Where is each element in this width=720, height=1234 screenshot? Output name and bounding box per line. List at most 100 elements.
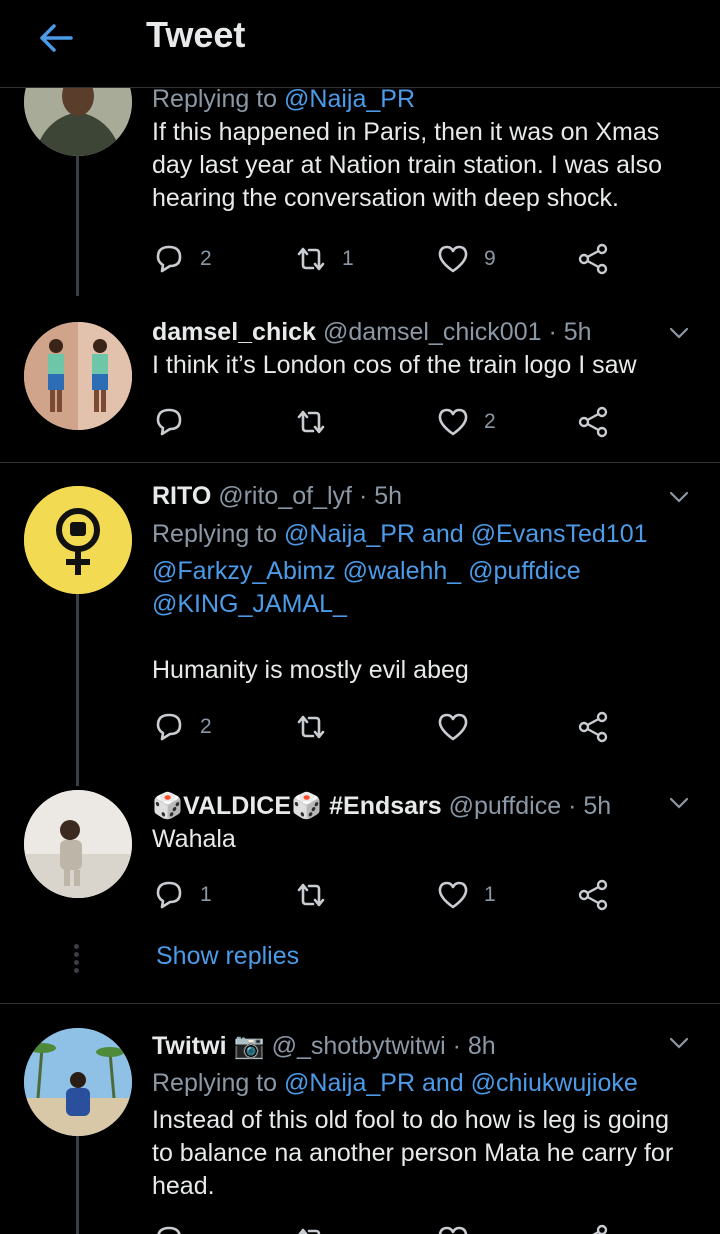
- tweet-actions: 1 1: [152, 875, 622, 915]
- retweet-button[interactable]: [294, 1220, 328, 1234]
- avatar[interactable]: [24, 790, 132, 898]
- handle[interactable]: @damsel_chick001: [323, 318, 542, 346]
- chevron-down-icon[interactable]: [668, 792, 690, 814]
- share-icon: [592, 1224, 608, 1234]
- like-button[interactable]: 9: [436, 239, 496, 279]
- timestamp[interactable]: · 5h: [568, 792, 611, 820]
- reply-count: 2: [200, 247, 212, 270]
- reply-button[interactable]: [152, 1220, 186, 1234]
- replying-to: Replying to @Naija_PR and @EvansTed101: [152, 520, 648, 548]
- share-button[interactable]: [576, 1220, 610, 1234]
- reply-icon: [156, 881, 182, 909]
- reply-button[interactable]: 1: [152, 875, 212, 915]
- reply-count: 1: [200, 883, 212, 906]
- like-count: 1: [484, 883, 496, 906]
- tweet-text: If this happened in Paris, then it was o…: [152, 118, 662, 212]
- chevron-down-icon[interactable]: [668, 322, 690, 344]
- timestamp[interactable]: · 5h: [548, 318, 591, 346]
- tweet-actions: 2: [152, 707, 622, 747]
- display-name[interactable]: damsel_chick: [152, 318, 316, 346]
- retweet-button[interactable]: [294, 875, 342, 915]
- display-name[interactable]: RITO: [152, 482, 211, 510]
- hashtag: #Endsars: [329, 792, 442, 820]
- dice-emoji: 🎲: [152, 792, 184, 820]
- chevron-down-icon[interactable]: [668, 1032, 690, 1054]
- back-arrow-icon[interactable]: [36, 18, 76, 58]
- tweet-header: Twitwi 📷 @_shotbytwitwi · 8h: [152, 1030, 688, 1063]
- heart-icon: [438, 245, 468, 273]
- tweet-header: damsel_chick @damsel_chick001 · 5h: [152, 316, 688, 349]
- share-button[interactable]: [576, 707, 610, 747]
- share-button[interactable]: [576, 875, 610, 915]
- thread-line: [76, 150, 79, 296]
- share-icon: [578, 243, 608, 275]
- heart-icon: [438, 713, 468, 741]
- show-replies-link[interactable]: Show replies: [156, 942, 299, 971]
- tweet-text: Humanity is mostly evil abeg: [152, 656, 469, 684]
- mention-list[interactable]: @Farkzy_Abimz @walehh_ @puffdice: [152, 555, 688, 588]
- like-button[interactable]: [436, 1220, 470, 1234]
- reply-button[interactable]: [152, 402, 200, 442]
- mention-link[interactable]: @Naija_PR: [284, 85, 415, 113]
- divider: [0, 462, 720, 463]
- thread-line: [76, 1136, 79, 1234]
- retweet-button[interactable]: [294, 707, 342, 747]
- reply-button[interactable]: 2: [152, 707, 212, 747]
- handle[interactable]: @rito_of_lyf: [218, 482, 352, 510]
- share-icon: [578, 406, 608, 438]
- timestamp[interactable]: · 5h: [359, 482, 402, 510]
- tweet-body: 🎲VALDICE🎲 #Endsars @puffdice · 5h Wahala: [152, 790, 688, 856]
- like-button[interactable]: 2: [436, 402, 496, 442]
- retweet-icon: [298, 1228, 321, 1234]
- tweet-header: RITO @rito_of_lyf · 5h: [152, 480, 688, 513]
- reply-icon: [156, 713, 182, 741]
- handle[interactable]: @puffdice: [449, 792, 562, 820]
- tweet-body: damsel_chick @damsel_chick001 · 5h I thi…: [152, 316, 688, 382]
- tweet-text: Wahala: [152, 825, 236, 853]
- display-name[interactable]: 🎲VALDICE🎲 #Endsars: [152, 792, 442, 820]
- chevron-down-icon[interactable]: [668, 486, 690, 508]
- replying-to: Replying to @Naija_PR and @chiukwujioke: [152, 1069, 638, 1097]
- mention-link[interactable]: @Naija_PR: [284, 1069, 415, 1097]
- avatar[interactable]: [24, 1028, 132, 1136]
- retweet-count: 1: [342, 247, 354, 270]
- heart-icon: [438, 881, 468, 909]
- tweet-body: Twitwi 📷 @_shotbytwitwi · 8h Replying to…: [152, 1030, 688, 1203]
- heart-icon: [438, 1226, 468, 1234]
- timestamp[interactable]: · 8h: [453, 1032, 496, 1060]
- share-button[interactable]: [576, 239, 610, 279]
- heart-icon: [438, 408, 468, 436]
- dice-emoji: 🎲: [291, 792, 323, 820]
- mention-link[interactable]: @Naija_PR: [284, 520, 415, 548]
- mention-link[interactable]: @chiukwujioke: [471, 1069, 638, 1097]
- retweet-icon: [297, 715, 325, 739]
- share-icon: [578, 879, 608, 911]
- tweet-text: I think it’s London cos of the train log…: [152, 351, 637, 379]
- thread-line: [76, 594, 79, 786]
- tweet-body: Replying to @Naija_PR If this happened i…: [152, 83, 688, 215]
- like-button[interactable]: [436, 707, 484, 747]
- retweet-button[interactable]: 1: [294, 239, 354, 279]
- tweet-actions: 2: [152, 402, 622, 442]
- tweet-body: RITO @rito_of_lyf · 5h Replying to @Naij…: [152, 480, 688, 687]
- reply-icon: [157, 1226, 181, 1234]
- mention-list[interactable]: @KING_JAMAL_: [152, 588, 688, 621]
- like-count: 9: [484, 247, 496, 270]
- avatar[interactable]: [24, 322, 132, 430]
- reply-button[interactable]: 2: [152, 239, 212, 279]
- mention-link[interactable]: @EvansTed101: [471, 520, 648, 548]
- tweet-actions: 2 1 9: [152, 239, 622, 279]
- display-name[interactable]: Twitwi 📷: [152, 1032, 265, 1060]
- divider: [0, 1003, 720, 1004]
- share-button[interactable]: [576, 402, 610, 442]
- retweet-button[interactable]: [294, 402, 342, 442]
- page-title: Tweet: [146, 14, 246, 55]
- camera-emoji: 📷: [233, 1032, 265, 1060]
- handle[interactable]: @_shotbytwitwi: [272, 1032, 446, 1060]
- tweet-text: Instead of this old fool to do how is le…: [152, 1106, 674, 1200]
- avatar[interactable]: [24, 486, 132, 594]
- thread-more-dots: [74, 944, 80, 976]
- reply-icon: [156, 245, 182, 273]
- reply-count: 2: [200, 715, 212, 738]
- like-button[interactable]: 1: [436, 875, 496, 915]
